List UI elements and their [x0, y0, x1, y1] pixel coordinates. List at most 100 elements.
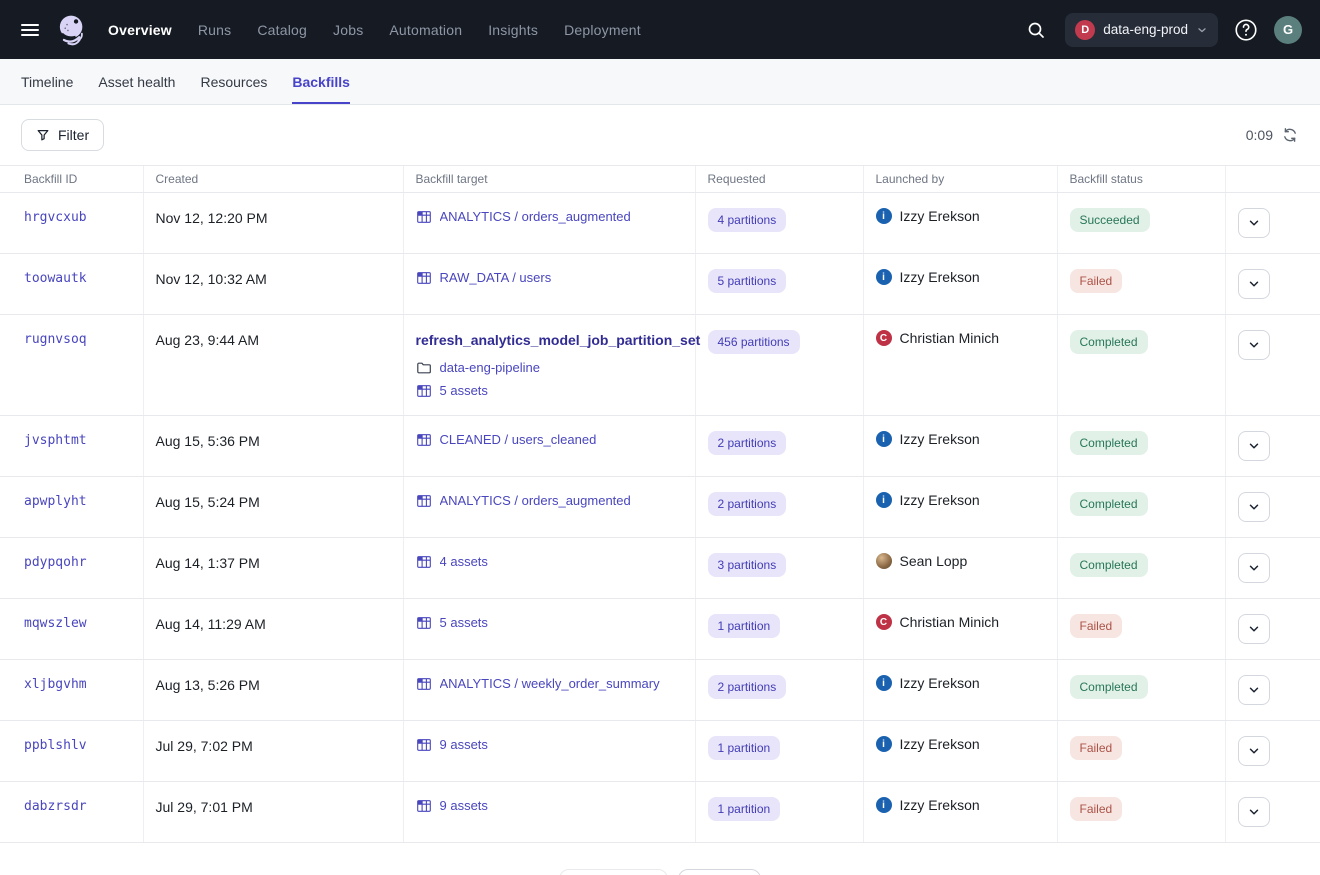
- backfill-id-link[interactable]: rugnvsoq: [24, 332, 87, 347]
- tab-resources[interactable]: Resources: [200, 59, 267, 104]
- backfill-target-link[interactable]: ANALYTICS / orders_augmented: [440, 492, 631, 510]
- requested-partitions-tag[interactable]: 1 partition: [708, 797, 781, 821]
- backfill-row: dabzrsdr Jul 29, 7:01 PM 9 assets 1 part…: [0, 782, 1320, 843]
- backfill-target-line: ANALYTICS / weekly_order_summary: [416, 675, 683, 693]
- backfill-id-link[interactable]: ppblshlv: [24, 738, 87, 753]
- backfill-target-link[interactable]: 9 assets: [440, 736, 488, 754]
- row-actions-button[interactable]: [1238, 736, 1270, 766]
- row-actions-button[interactable]: [1238, 492, 1270, 522]
- backfill-id-link[interactable]: toowautk: [24, 271, 87, 286]
- backfill-id-link[interactable]: pdypqohr: [24, 555, 87, 570]
- backfill-id-link[interactable]: apwplyht: [24, 494, 87, 509]
- nav-item-jobs[interactable]: Jobs: [333, 22, 363, 38]
- requested-partitions-tag[interactable]: 4 partitions: [708, 208, 787, 232]
- asset-table-icon: [416, 493, 432, 509]
- backfill-target-link[interactable]: 5 assets: [440, 614, 488, 632]
- backfill-target-link[interactable]: ANALYTICS / orders_augmented: [440, 208, 631, 226]
- backfill-id-link[interactable]: dabzrsdr: [24, 799, 87, 814]
- nav-item-runs[interactable]: Runs: [198, 22, 231, 38]
- row-actions-button[interactable]: [1238, 269, 1270, 299]
- requested-partitions-tag[interactable]: 456 partitions: [708, 330, 800, 354]
- backfill-id-link[interactable]: hrgvcxub: [24, 210, 87, 225]
- row-actions-button[interactable]: [1238, 675, 1270, 705]
- backfill-row: mqwszlew Aug 14, 11:29 AM 5 assets 1 par…: [0, 599, 1320, 660]
- row-actions-button[interactable]: [1238, 431, 1270, 461]
- filter-button[interactable]: Filter: [21, 119, 104, 151]
- backfill-target-link[interactable]: 9 assets: [440, 797, 488, 815]
- backfills-table-body: hrgvcxub Nov 12, 12:20 PM ANALYTICS / or…: [0, 193, 1320, 843]
- top-navigation: Overview Runs Catalog Jobs Automation In…: [0, 0, 1320, 59]
- requested-partitions-tag[interactable]: 5 partitions: [708, 269, 787, 293]
- backfill-status-badge: Failed: [1070, 736, 1123, 760]
- next-page-button[interactable]: Next →: [678, 869, 761, 875]
- refresh-icon[interactable]: [1282, 127, 1298, 143]
- nav-right-cluster: D data-eng-prod G: [1021, 13, 1302, 47]
- previous-page-button[interactable]: ← Previous: [559, 869, 667, 875]
- requested-partitions-tag[interactable]: 2 partitions: [708, 492, 787, 516]
- asset-table-icon: [416, 209, 432, 225]
- tab-asset-health[interactable]: Asset health: [98, 59, 175, 104]
- asset-table-icon: [416, 432, 432, 448]
- user-initial-avatar: i: [876, 492, 892, 508]
- deployment-switcher[interactable]: D data-eng-prod: [1065, 13, 1218, 47]
- backfill-target-line: CLEANED / users_cleaned: [416, 431, 683, 449]
- asset-table-icon: [416, 676, 432, 692]
- column-header-backfill-target: Backfill target: [403, 166, 695, 193]
- nav-item-deployment[interactable]: Deployment: [564, 22, 641, 38]
- launched-by-user: C Christian Minich: [876, 330, 1045, 346]
- launched-by-name: Izzy Erekson: [900, 269, 980, 285]
- backfill-id-link[interactable]: mqwszlew: [24, 616, 87, 631]
- created-timestamp: Aug 14, 11:29 AM: [156, 616, 266, 632]
- requested-partitions-tag[interactable]: 1 partition: [708, 614, 781, 638]
- launched-by-name: Izzy Erekson: [900, 736, 980, 752]
- user-initial-avatar: i: [876, 269, 892, 285]
- nav-item-automation[interactable]: Automation: [389, 22, 462, 38]
- requested-partitions-tag[interactable]: 2 partitions: [708, 431, 787, 455]
- search-icon[interactable]: [1021, 15, 1051, 45]
- backfill-status-badge: Completed: [1070, 492, 1148, 516]
- asset-table-icon: [416, 383, 432, 399]
- launched-by-user: i Izzy Erekson: [876, 797, 1045, 813]
- tab-timeline[interactable]: Timeline: [21, 59, 73, 104]
- backfill-target-job-link[interactable]: refresh_analytics_model_job_partition_se…: [416, 330, 683, 350]
- backfill-target-link[interactable]: RAW_DATA / users: [440, 269, 552, 287]
- backfill-target-link[interactable]: data-eng-pipeline: [440, 359, 540, 377]
- row-actions-button[interactable]: [1238, 553, 1270, 583]
- row-actions-button[interactable]: [1238, 614, 1270, 644]
- backfill-id-link[interactable]: xljbgvhm: [24, 677, 87, 692]
- created-timestamp: Aug 15, 5:24 PM: [156, 494, 260, 510]
- asset-table-icon: [416, 798, 432, 814]
- launched-by-user: i Izzy Erekson: [876, 269, 1045, 285]
- backfill-target-link[interactable]: 5 assets: [440, 382, 488, 400]
- menu-icon[interactable]: [16, 16, 44, 44]
- table-header-row: Backfill ID Created Backfill target Requ…: [0, 166, 1320, 193]
- user-initial-avatar: i: [876, 797, 892, 813]
- dagster-logo[interactable]: [54, 12, 90, 48]
- user-avatar[interactable]: G: [1274, 16, 1302, 44]
- nav-item-catalog[interactable]: Catalog: [257, 22, 307, 38]
- requested-partitions-tag[interactable]: 3 partitions: [708, 553, 787, 577]
- requested-partitions-tag[interactable]: 1 partition: [708, 736, 781, 760]
- user-photo-avatar: [876, 553, 892, 569]
- column-header-launched-by: Launched by: [863, 166, 1057, 193]
- row-actions-button[interactable]: [1238, 797, 1270, 827]
- backfill-target-link[interactable]: 4 assets: [440, 553, 488, 571]
- tab-backfills[interactable]: Backfills: [292, 59, 350, 104]
- help-icon[interactable]: [1232, 16, 1260, 44]
- backfill-target-link[interactable]: CLEANED / users_cleaned: [440, 431, 597, 449]
- launched-by-user: i Izzy Erekson: [876, 431, 1045, 447]
- user-initial-avatar: C: [876, 614, 892, 630]
- requested-partitions-tag[interactable]: 2 partitions: [708, 675, 787, 699]
- row-actions-button[interactable]: [1238, 208, 1270, 238]
- row-actions-button[interactable]: [1238, 330, 1270, 360]
- refresh-area: 0:09: [1246, 127, 1298, 143]
- column-header-backfill-id: Backfill ID: [0, 166, 143, 193]
- pagination: ← Previous Next →: [0, 843, 1320, 875]
- backfill-id-link[interactable]: jvsphtmt: [24, 433, 87, 448]
- nav-item-insights[interactable]: Insights: [488, 22, 538, 38]
- backfill-target-link[interactable]: ANALYTICS / weekly_order_summary: [440, 675, 660, 693]
- user-initial-avatar: i: [876, 431, 892, 447]
- nav-item-overview[interactable]: Overview: [108, 22, 172, 38]
- launched-by-name: Izzy Erekson: [900, 431, 980, 447]
- backfill-row: apwplyht Aug 15, 5:24 PM ANALYTICS / ord…: [0, 477, 1320, 538]
